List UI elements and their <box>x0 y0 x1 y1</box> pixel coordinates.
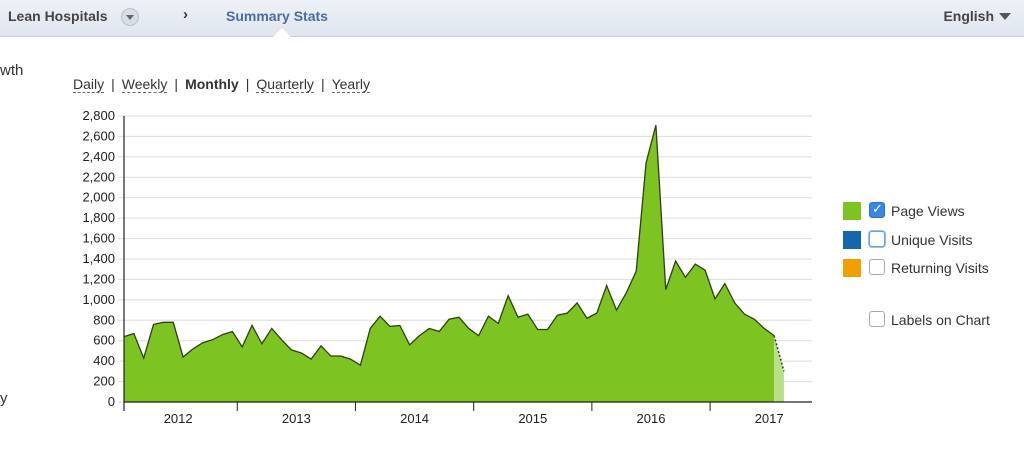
x-tick-label: 2013 <box>282 411 311 426</box>
x-tick-label: 2012 <box>164 411 193 426</box>
y-tick-label: 2,600 <box>82 128 115 143</box>
x-tick-label: 2015 <box>518 411 547 426</box>
x-tick-label: 2017 <box>755 411 784 426</box>
legend-label-returning-visits: Returning Visits <box>891 260 989 276</box>
page-views-checkbox[interactable] <box>869 201 885 218</box>
area-partial-period <box>774 335 784 402</box>
y-tick-label: 400 <box>93 353 115 368</box>
y-tick-label: 600 <box>93 333 115 348</box>
y-tick-label: 800 <box>93 312 115 327</box>
y-tick-label: 1,400 <box>82 251 115 266</box>
legend-swatch-page-views <box>843 202 861 220</box>
legend-label-unique-visits: Unique Visits <box>891 232 973 248</box>
legend-label-page-views: Page Views <box>891 203 965 219</box>
x-tick-label: 2016 <box>637 411 666 426</box>
labels-on-chart-label: Labels on Chart <box>891 312 990 328</box>
x-tick-label: 2014 <box>400 411 429 426</box>
legend-swatch-returning-visits <box>843 259 861 277</box>
y-tick-label: 1,600 <box>82 231 115 246</box>
y-tick-label: 2,800 <box>82 108 115 123</box>
y-tick-label: 1,000 <box>82 292 115 307</box>
page-views-chart: 0 200 400 600 800 1,000 1,200 1,400 1,600 1,800 2,… <box>82 108 812 426</box>
y-tick-label: 2,000 <box>82 190 115 205</box>
y-tick-label: 2,200 <box>82 169 115 184</box>
unique-visits-checkbox[interactable] <box>869 231 885 247</box>
returning-visits-checkbox[interactable] <box>869 259 885 275</box>
y-tick-label: 1,800 <box>82 210 115 225</box>
y-tick-label: 200 <box>93 374 115 389</box>
labels-on-chart-checkbox[interactable] <box>869 311 885 327</box>
y-tick-label: 2,400 <box>82 149 115 164</box>
y-tick-label: 1,200 <box>82 271 115 286</box>
legend-swatch-unique-visits <box>843 231 861 249</box>
y-tick-label: 0 <box>108 394 115 409</box>
